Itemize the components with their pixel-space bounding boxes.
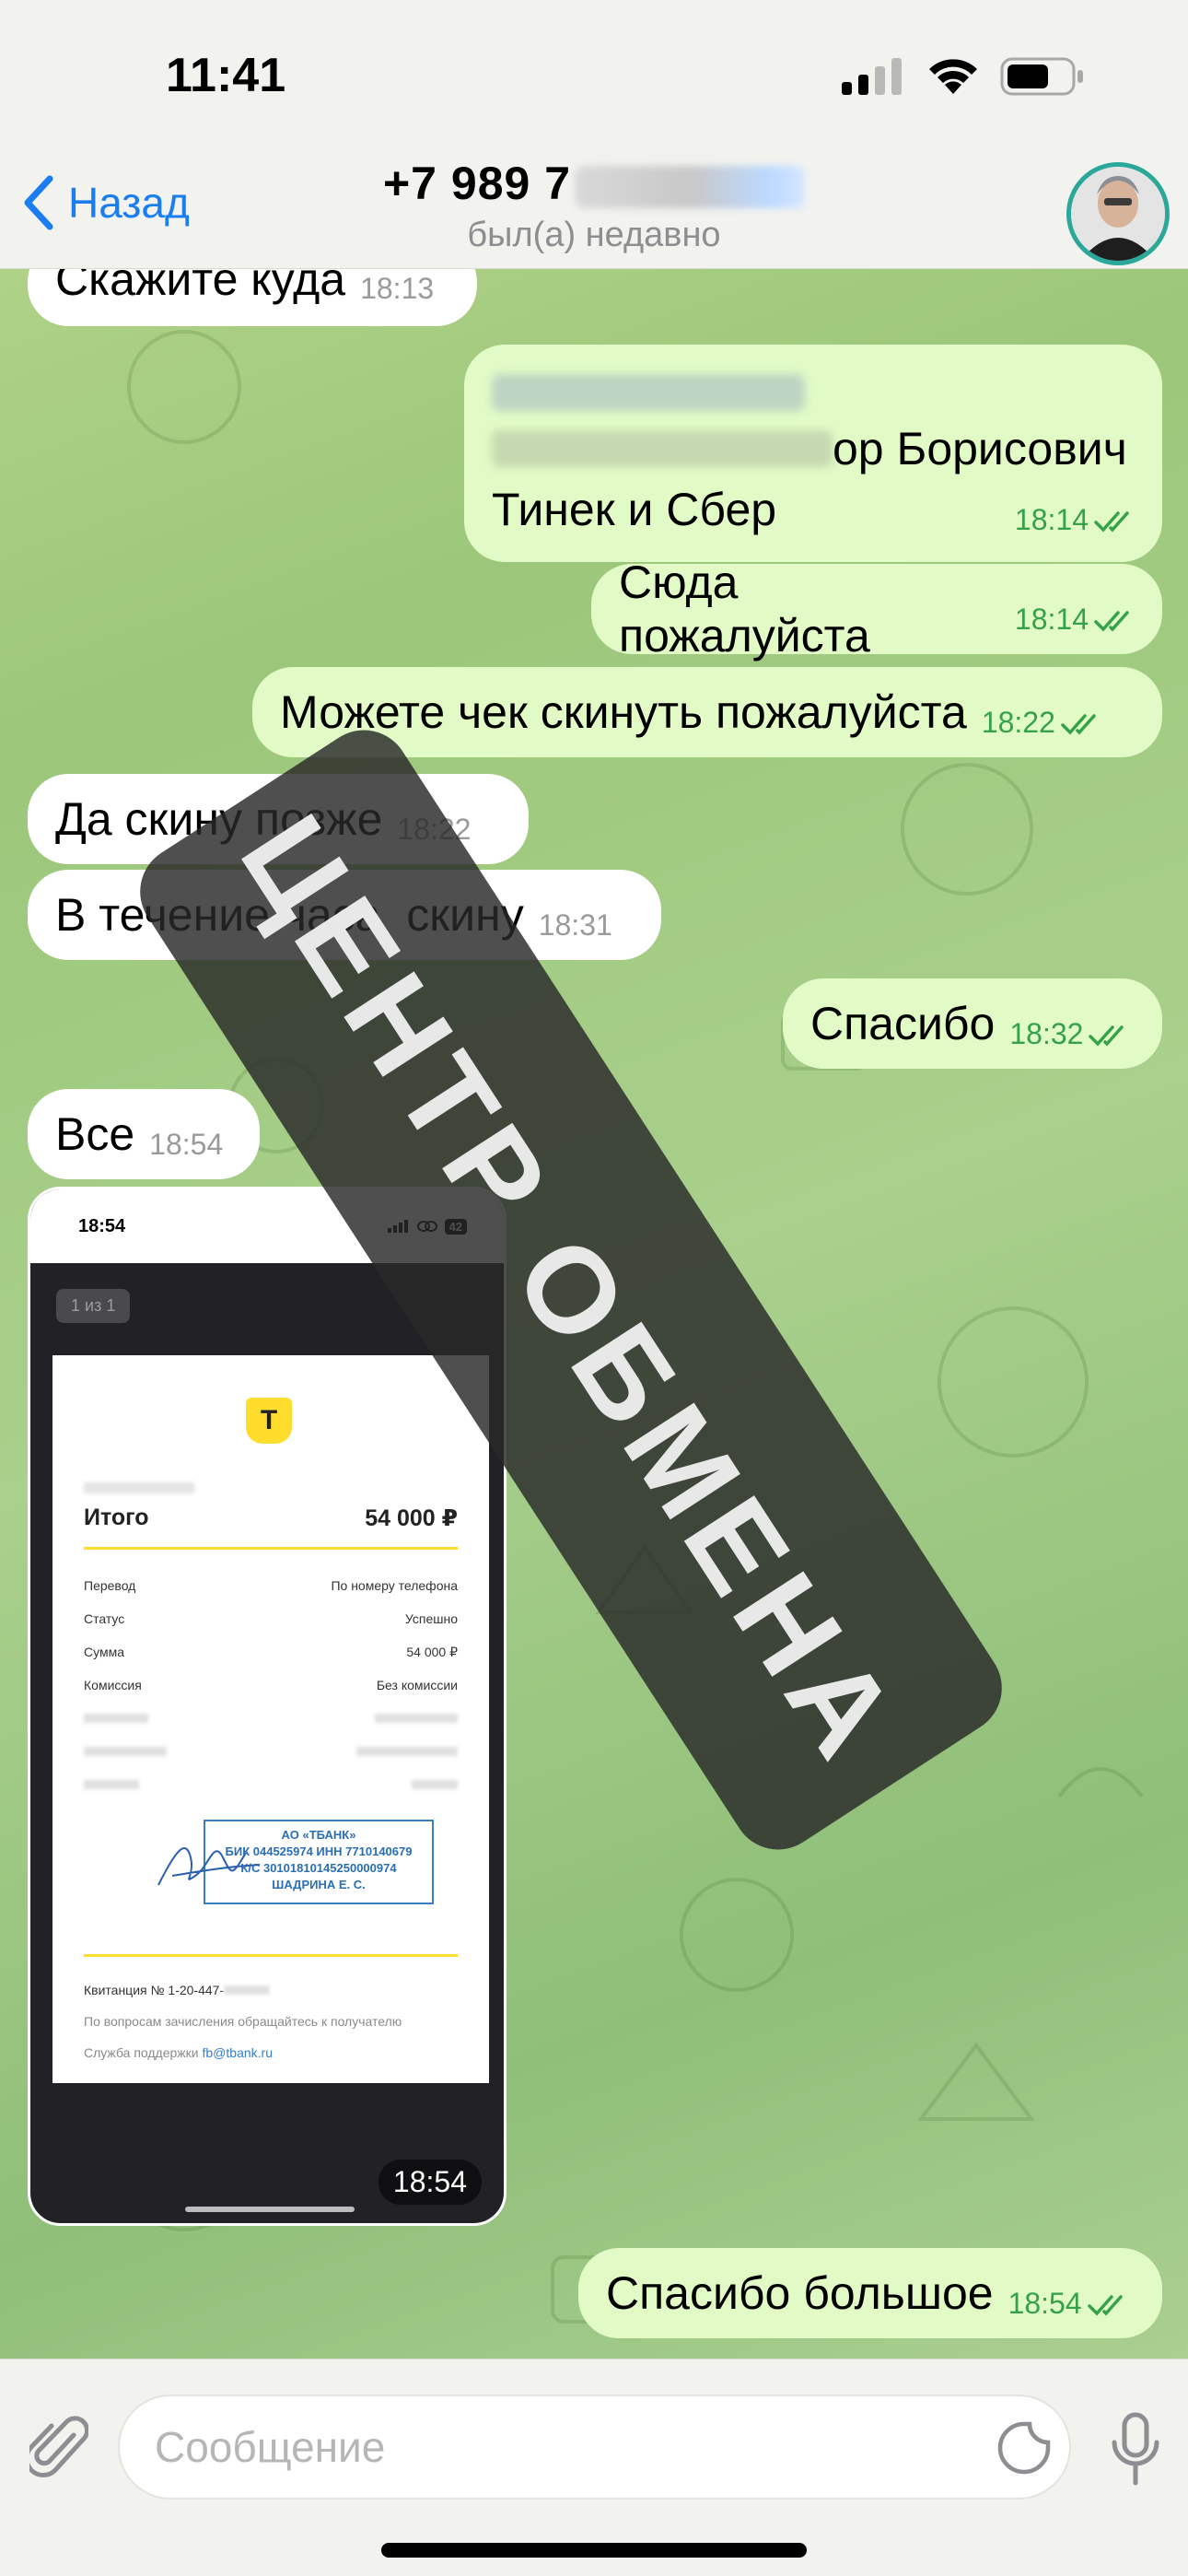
- message-text: Тинек и Сбер: [492, 484, 777, 535]
- message-time: 18:14: [1015, 503, 1135, 537]
- message-time: 18:14: [1015, 603, 1135, 637]
- message-time: 18:54: [1008, 2287, 1128, 2321]
- photo-time: 18:54: [378, 2160, 482, 2205]
- chat-title-area[interactable]: +7 989 7 был(а) недавно: [0, 157, 1188, 255]
- message-incoming[interactable]: Все 18:54: [28, 1089, 260, 1179]
- message-text: Все: [55, 1108, 135, 1160]
- receipt-support-label: Служба поддержки: [84, 2045, 203, 2060]
- receipt-footer: Квитанция № 1-20-447- По вопросам зачисл…: [84, 1974, 458, 2068]
- receipt-row-label: Сумма: [84, 1645, 124, 1659]
- message-text: Скажите куда: [55, 269, 346, 305]
- receipt-row-label: Перевод: [84, 1578, 136, 1593]
- message-text: Сюда пожалуйста: [619, 556, 870, 662]
- status-icons: [842, 57, 1085, 96]
- read-checkmarks-icon: [1089, 1025, 1124, 1047]
- receipt-row-label: Статус: [84, 1611, 125, 1626]
- microphone-icon[interactable]: [1109, 2411, 1162, 2488]
- receipt-note: По вопросам зачисления обращайтесь к пол…: [84, 2014, 402, 2029]
- wifi-icon: [929, 59, 977, 94]
- message-time: 18:13: [360, 272, 435, 305]
- message-time: 18:32: [1009, 1017, 1129, 1051]
- message-input[interactable]: Сообщение: [118, 2395, 1071, 2500]
- redacted-receipt-number: [224, 1985, 271, 1995]
- receipt-row: Статус Успешно: [84, 1602, 458, 1635]
- top-bar: 11:41 Назад +7 989 7 был(а) недавно: [0, 0, 1188, 269]
- cellular-signal-icon: [842, 58, 902, 95]
- signature-icon: [157, 1847, 261, 1886]
- status-time: 11:41: [166, 49, 286, 102]
- message-outgoing[interactable]: ор Борисович Тинек и Сбер 18:14: [464, 345, 1162, 562]
- avatar[interactable]: [1066, 162, 1170, 265]
- receipt-divider: [84, 1954, 458, 1957]
- receipt-row-value: Успешно: [404, 1611, 458, 1626]
- receipt-row: Сумма 54 000 ₽: [84, 1635, 458, 1669]
- photo-home-indicator: [185, 2207, 355, 2212]
- message-time-text: 18:54: [1007, 2286, 1082, 2320]
- sticker-icon[interactable]: [996, 2420, 1052, 2476]
- receipt-support-email: fb@tbank.ru: [202, 2045, 273, 2060]
- receipt-support: Служба поддержки fb@tbank.ru: [84, 2037, 458, 2068]
- redacted-date: [84, 1482, 194, 1493]
- message-time: 18:22: [982, 706, 1101, 740]
- message-text: Можете чек скинуть пожалуйста: [280, 686, 967, 738]
- read-checkmarks-icon: [1061, 714, 1096, 735]
- receipt-row: Перевод По номеру телефона: [84, 1569, 458, 1602]
- message-text: Спасибо большое: [606, 2267, 994, 2319]
- message-outgoing[interactable]: Спасибо 18:32: [783, 978, 1162, 1069]
- receipt-row-redacted: [84, 1735, 458, 1768]
- redacted-recipient-name: [492, 430, 833, 467]
- receipt-total: Итого 54 000 ₽: [84, 1505, 458, 1532]
- receipt-number-label: Квитанция № 1-20-447-: [84, 1983, 225, 1997]
- attach-icon[interactable]: [29, 2415, 88, 2481]
- battery-icon: [1000, 57, 1083, 96]
- read-checkmarks-icon: [1094, 511, 1129, 533]
- photo-pager: 1 из 1: [56, 1289, 131, 1323]
- profile-photo-icon: [1071, 167, 1165, 261]
- receipt-row-value: Без комиссии: [376, 1678, 458, 1692]
- redacted-card-number: [492, 374, 805, 411]
- receipt-row-value: 54 000 ₽: [406, 1644, 458, 1659]
- message-input-placeholder: Сообщение: [155, 2423, 386, 2471]
- message-time: 18:31: [538, 907, 612, 942]
- receipt-total-label: Итого: [84, 1505, 149, 1530]
- message-time-text: 18:32: [1009, 1016, 1084, 1050]
- receipt-number: Квитанция № 1-20-447-: [84, 1974, 458, 2006]
- receipt-row-redacted: [84, 1702, 458, 1735]
- contact-phone-text: +7 989 7: [382, 158, 572, 209]
- receipt-row-value: По номеру телефона: [331, 1578, 458, 1593]
- receipt-row-redacted: [84, 1768, 458, 1801]
- message-text: Спасибо: [810, 998, 996, 1049]
- message-incoming[interactable]: Скажите куда 18:13: [28, 269, 477, 326]
- read-checkmarks-icon: [1094, 611, 1129, 632]
- tbank-logo-icon: Т: [246, 1398, 292, 1444]
- contact-phone: +7 989 7: [0, 157, 1188, 210]
- receipt-total-value: 54 000 ₽: [365, 1505, 458, 1531]
- message-time-text: 18:14: [1014, 502, 1089, 536]
- photo-status-time: 18:54: [78, 1215, 126, 1236]
- read-checkmarks-icon: [1087, 2295, 1123, 2316]
- message-time: 18:54: [149, 1127, 224, 1161]
- receipt-rows: Перевод По номеру телефона Статус Успешно …: [84, 1569, 458, 1801]
- redacted-phone-digits: [575, 165, 806, 208]
- recipient-name-tail: ор Борисович: [833, 423, 1127, 474]
- message-outgoing[interactable]: Спасибо большое 18:54: [578, 2248, 1162, 2338]
- message-outgoing[interactable]: Сюда пожалуйста 18:14: [591, 556, 1162, 662]
- message-time-text: 18:14: [1014, 602, 1089, 636]
- home-indicator: [381, 2543, 807, 2558]
- message-time-text: 18:22: [981, 705, 1055, 739]
- last-seen-status: был(а) недавно: [467, 216, 721, 254]
- receipt-card: Т Итого 54 000 ₽ Перевод По номеру телефо…: [52, 1355, 489, 2083]
- receipt-row: Комиссия Без комиссии: [84, 1669, 458, 1702]
- receipt-divider: [84, 1547, 458, 1550]
- receipt-row-label: Комиссия: [84, 1678, 142, 1692]
